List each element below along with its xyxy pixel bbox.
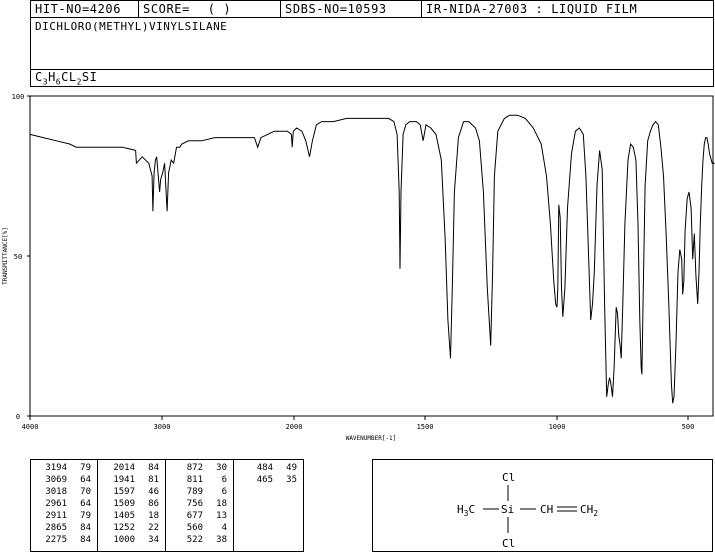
peak-row: 872 30 <box>166 463 233 474</box>
peak-column: 3194 79 3069 64 3018 70 2961 64 2911 79 2865 84 2275… <box>31 460 98 551</box>
y-tick-label: 100 <box>12 93 25 101</box>
x-tick-label: 2000 <box>286 423 303 431</box>
peak-row: 1252 22 <box>98 523 165 534</box>
peak-transmittance: 13 <box>216 511 227 521</box>
peak-transmittance: 84 <box>148 463 159 473</box>
peak-wavenumber: 1509 <box>113 499 135 509</box>
structure-box: Cl H3C Si CH CH2 Cl <box>372 459 713 552</box>
peak-transmittance: 64 <box>80 475 91 485</box>
peak-column: 484 49 465 35 <box>234 460 303 551</box>
silicon-atom: Si <box>501 503 514 516</box>
peak-wavenumber: 522 <box>186 535 203 545</box>
peak-row: 1509 86 <box>98 499 165 510</box>
x-tick-label: 4000 <box>22 423 39 431</box>
peak-row: 811 6 <box>166 475 233 486</box>
peak-row: 560 4 <box>166 523 233 534</box>
peak-row: 522 38 <box>166 535 233 546</box>
peak-row: 484 49 <box>234 463 303 474</box>
peak-row: 465 35 <box>234 475 303 486</box>
peak-wavenumber: 2961 <box>45 499 67 509</box>
peak-transmittance: 49 <box>286 463 297 473</box>
peak-wavenumber: 1405 <box>113 511 135 521</box>
peak-wavenumber: 560 <box>186 523 203 533</box>
peak-transmittance: 30 <box>216 463 227 473</box>
molecular-structure: Cl H3C Si CH CH2 Cl <box>457 471 598 550</box>
x-axis-label: WAVENUMBER[-1] <box>346 435 397 442</box>
peak-wavenumber: 3194 <box>45 463 67 473</box>
x-tick-label: 3000 <box>154 423 171 431</box>
peak-row: 2014 84 <box>98 463 165 474</box>
peak-row: 756 18 <box>166 499 233 510</box>
peak-wavenumber: 756 <box>186 499 203 509</box>
y-axis-label: TRANSMITTANCE[%] <box>2 227 9 285</box>
x-tick-label: 1000 <box>549 423 566 431</box>
y-tick-label: 0 <box>16 413 20 421</box>
peak-transmittance: 38 <box>216 535 227 545</box>
peak-transmittance: 18 <box>216 499 227 509</box>
peak-row: 2865 84 <box>31 523 97 534</box>
peak-row: 677 13 <box>166 511 233 522</box>
peak-row: 2961 64 <box>31 499 97 510</box>
peak-wavenumber: 1000 <box>113 535 135 545</box>
peak-row: 2275 84 <box>31 535 97 546</box>
chart-ticks: 4000 3000 2000 1500 1000 500 0 50 100 WAVENUMBER[… <box>2 93 694 442</box>
peak-wavenumber: 1597 <box>113 487 135 497</box>
y-tick-label: 50 <box>14 253 22 261</box>
bottom-chlorine: Cl <box>502 537 515 550</box>
peak-row: 1405 18 <box>98 511 165 522</box>
plot-frame <box>29 95 714 417</box>
peak-wavenumber: 2275 <box>45 535 67 545</box>
peak-transmittance: 46 <box>148 487 159 497</box>
peak-wavenumber: 811 <box>186 475 203 485</box>
peak-row: 3194 79 <box>31 463 97 474</box>
peak-transmittance: 64 <box>80 499 91 509</box>
peak-wavenumber: 3018 <box>45 487 67 497</box>
peak-transmittance: 79 <box>80 511 91 521</box>
peak-wavenumber: 2014 <box>113 463 135 473</box>
x-tick-label: 1500 <box>417 423 434 431</box>
peak-wavenumber: 3069 <box>45 475 67 485</box>
x-tick-label: 500 <box>682 423 695 431</box>
peak-row: 2911 79 <box>31 511 97 522</box>
left-methyl: H3C <box>457 503 475 518</box>
top-chlorine: Cl <box>502 471 515 484</box>
peak-wavenumber: 1941 <box>113 475 135 485</box>
peak-transmittance: 35 <box>286 475 297 485</box>
peak-transmittance: 86 <box>148 499 159 509</box>
peak-wavenumber: 2865 <box>45 523 67 533</box>
peak-wavenumber: 789 <box>186 487 203 497</box>
peak-wavenumber: 2911 <box>45 511 67 521</box>
peak-wavenumber: 677 <box>186 511 203 521</box>
peak-transmittance: 84 <box>80 535 91 545</box>
vinyl-ch: CH <box>540 503 553 516</box>
peak-row: 1941 81 <box>98 475 165 486</box>
chart-axes <box>29 95 714 417</box>
peak-transmittance: 18 <box>148 511 159 521</box>
peak-wavenumber: 872 <box>186 463 203 473</box>
peak-transmittance: 34 <box>148 535 159 545</box>
peak-row: 1000 34 <box>98 535 165 546</box>
peak-row: 1597 46 <box>98 487 165 498</box>
peak-transmittance: 22 <box>148 523 159 533</box>
peak-row: 789 6 <box>166 487 233 498</box>
peak-transmittance: 79 <box>80 463 91 473</box>
peak-transmittance: 70 <box>80 487 91 497</box>
peak-transmittance: 6 <box>221 487 227 497</box>
peak-transmittance: 4 <box>221 523 227 533</box>
peak-table: 3194 79 3069 64 3018 70 2961 64 2911 79 2865 84 2275… <box>30 459 304 552</box>
ir-spectrum-chart: 4000 3000 2000 1500 1000 500 0 50 100 WAVENUMBER[… <box>2 93 715 442</box>
peak-wavenumber: 465 <box>256 475 273 485</box>
spectrum-line <box>29 114 715 404</box>
peak-column: 872 30 811 6 789 6 756 18 677 13 560 4 522 38 <box>166 460 234 551</box>
peak-wavenumber: 1252 <box>113 523 135 533</box>
peak-wavenumber: 484 <box>256 463 273 473</box>
peak-column: 2014 84 1941 81 1597 46 1509 86 1405 18 1252 22 1000… <box>98 460 166 551</box>
peak-transmittance: 84 <box>80 523 91 533</box>
peak-transmittance: 6 <box>221 475 227 485</box>
peak-row: 3069 64 <box>31 475 97 486</box>
peak-transmittance: 81 <box>148 475 159 485</box>
peak-row: 3018 70 <box>31 487 97 498</box>
vinyl-ch2: CH2 <box>580 503 598 518</box>
